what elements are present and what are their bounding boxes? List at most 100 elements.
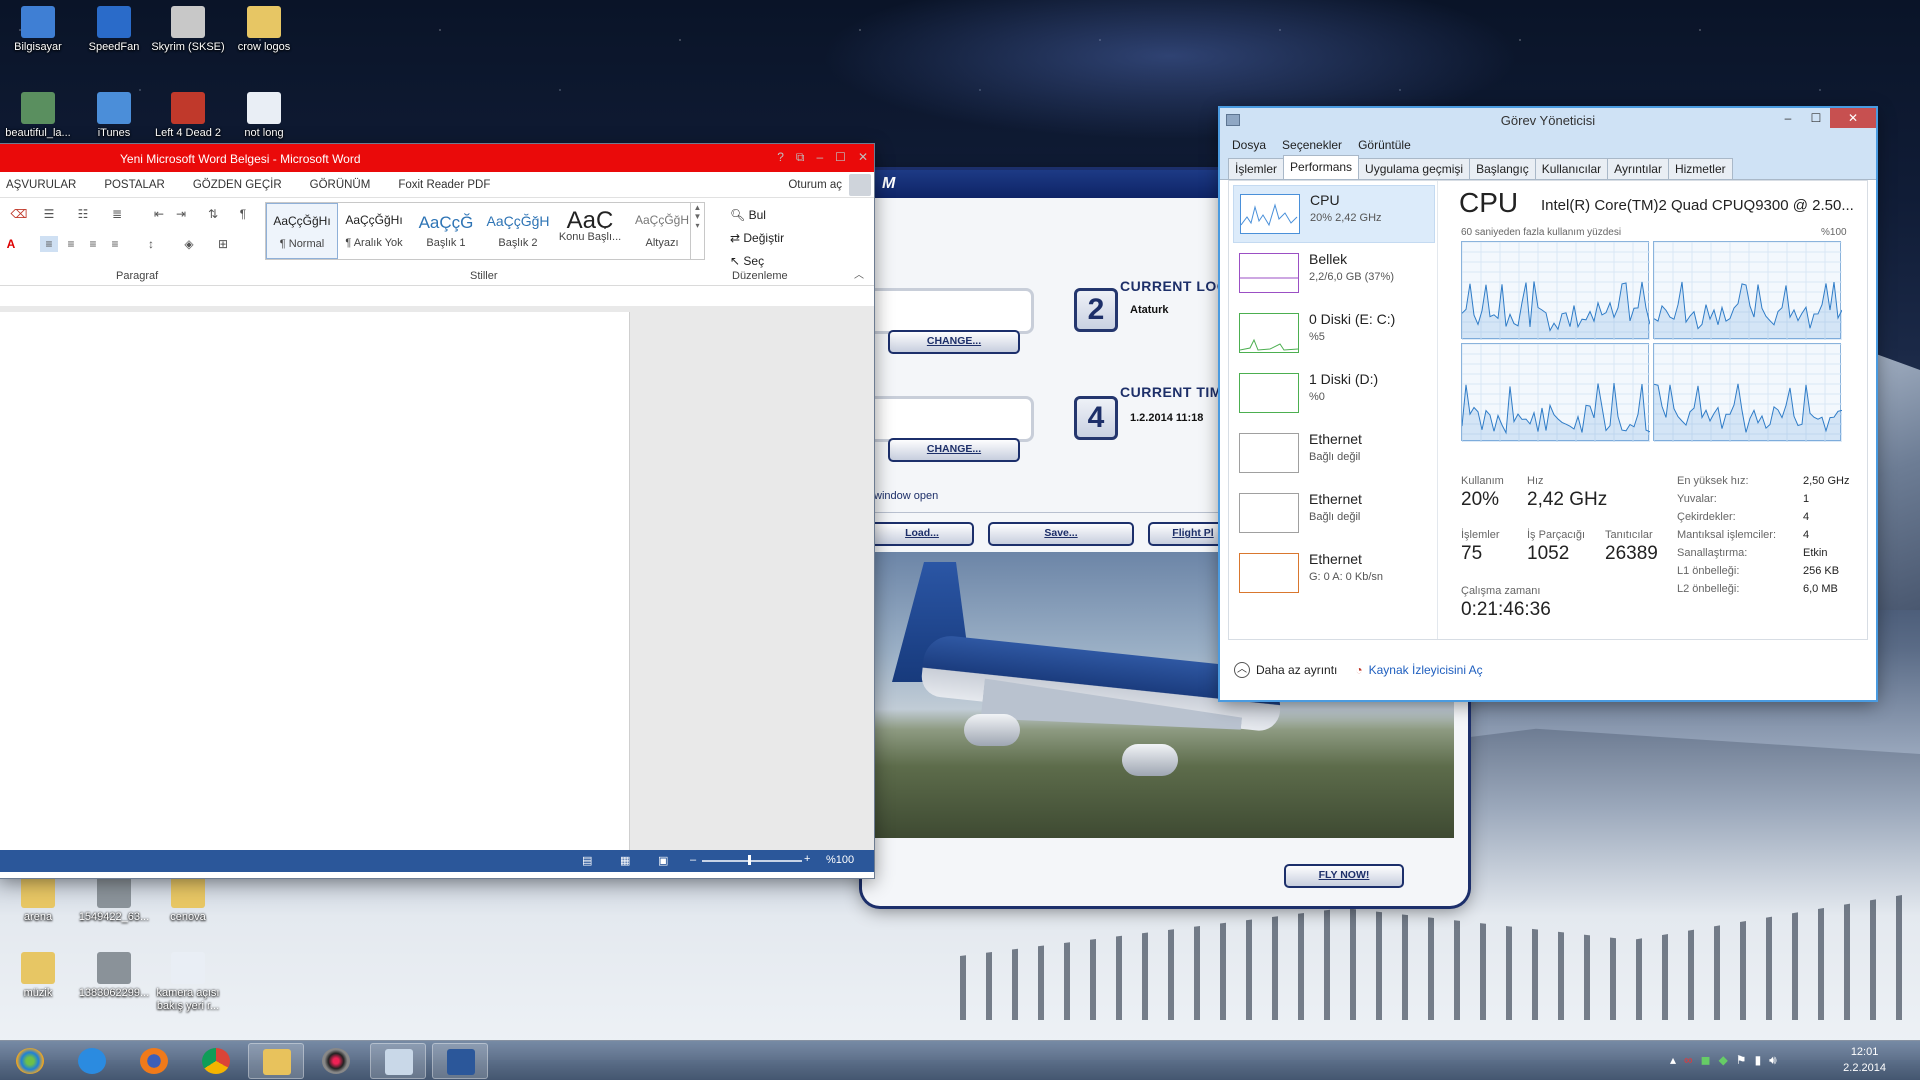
tab-view[interactable]: GÖRÜNÜM: [310, 179, 371, 191]
tab-performance[interactable]: Performans: [1283, 155, 1360, 179]
tab-details[interactable]: Ayrıntılar: [1607, 158, 1669, 179]
style-no-spacing[interactable]: AaÇçĞğHı ¶ Aralık Yok: [338, 203, 410, 259]
tab-mailings[interactable]: POSTALAR: [104, 179, 165, 191]
style-title[interactable]: AaÇ Konu Başlı...: [554, 203, 626, 259]
desktop-icon[interactable]: arena: [0, 876, 76, 924]
tab-services[interactable]: Hizmetler: [1667, 158, 1733, 179]
perf-sidebar-item[interactable]: 1 Diski (D:) %0: [1233, 365, 1435, 423]
taskbar-ie[interactable]: [64, 1043, 120, 1079]
tab-app-history[interactable]: Uygulama geçmişi: [1358, 158, 1471, 179]
zoom-level[interactable]: %100: [826, 854, 854, 866]
taskbar-chrome[interactable]: [188, 1043, 244, 1079]
help-button[interactable]: ?: [777, 150, 784, 165]
save-button[interactable]: Save...: [988, 522, 1134, 546]
perf-sidebar-item[interactable]: Ethernet Bağlı değil: [1233, 425, 1435, 483]
desktop-icon[interactable]: Bilgisayar: [0, 6, 76, 54]
zoom-slider[interactable]: [702, 860, 802, 862]
align-left-icon[interactable]: ≡: [40, 236, 58, 252]
increase-indent-icon[interactable]: ⇥: [172, 206, 190, 222]
justify-icon[interactable]: ≡: [106, 236, 124, 252]
collapse-ribbon-icon[interactable]: ︿: [850, 268, 868, 284]
numbering-icon[interactable]: ☷: [74, 206, 92, 222]
web-layout-icon[interactable]: ▣: [658, 854, 668, 867]
styles-scroll[interactable]: ▲ ▼ ▾: [690, 203, 704, 259]
line-spacing-icon[interactable]: ↕: [142, 236, 160, 252]
font-color-icon[interactable]: A: [2, 236, 20, 252]
desktop-icon[interactable]: not long: [226, 92, 302, 140]
chevron-up-icon[interactable]: ︿: [1234, 662, 1250, 678]
borders-icon[interactable]: ⊞: [214, 236, 232, 252]
tab-users[interactable]: Kullanıcılar: [1534, 158, 1609, 179]
avatar[interactable]: [849, 174, 871, 196]
desktop-icon[interactable]: cenova: [150, 876, 226, 924]
word-titlebar[interactable]: Yeni Microsoft Word Belgesi - Microsoft …: [0, 144, 874, 172]
tray-nvidia-icon[interactable]: ◆: [1719, 1053, 1728, 1068]
tray-infinity-icon[interactable]: ∞: [1684, 1053, 1693, 1068]
style-normal[interactable]: AaÇçĞğHı ¶ Normal: [266, 203, 338, 259]
tab-foxit-pdf[interactable]: Foxit Reader PDF: [398, 179, 490, 191]
clear-format-icon[interactable]: ⌫: [10, 206, 28, 222]
decrease-indent-icon[interactable]: ⇤: [150, 206, 168, 222]
tab-review[interactable]: GÖZDEN GEÇİR: [193, 179, 282, 191]
zoom-in-icon[interactable]: +: [804, 853, 810, 865]
minimize-button[interactable]: –: [1774, 108, 1802, 128]
replace-button[interactable]: ⇄ Değiştir: [730, 227, 784, 250]
align-right-icon[interactable]: ≡: [84, 236, 102, 252]
taskmgr-titlebar[interactable]: Görev Yöneticisi – ☐ ✕: [1220, 108, 1876, 134]
perf-sidebar-item[interactable]: Ethernet G: 0 A: 0 Kb/sn: [1233, 545, 1435, 603]
find-button[interactable]: 🔍︎ Bul: [730, 204, 784, 227]
tab-startup[interactable]: Başlangıç: [1469, 158, 1536, 179]
sign-in-link[interactable]: Oturum aç: [788, 179, 842, 191]
desktop-icon[interactable]: Left 4 Dead 2: [150, 92, 226, 140]
align-center-icon[interactable]: ≡: [62, 236, 80, 252]
print-layout-icon[interactable]: ▦: [620, 854, 630, 867]
minimize-button[interactable]: –: [816, 150, 823, 165]
change-time-button[interactable]: CHANGE...: [888, 438, 1020, 462]
load-button[interactable]: Load...: [870, 522, 974, 546]
taskbar-explorer[interactable]: [248, 1043, 304, 1079]
perf-sidebar-item[interactable]: Ethernet Bağlı değil: [1233, 485, 1435, 543]
resource-monitor-link[interactable]: Kaynak İzleyicisini Aç: [1369, 663, 1483, 677]
tab-references[interactable]: AŞVURULAR: [6, 179, 76, 191]
desktop-icon[interactable]: iTunes: [76, 92, 152, 140]
ribbon-display-button[interactable]: ⧉: [796, 150, 805, 165]
document-page[interactable]: [0, 312, 630, 852]
start-button[interactable]: [2, 1043, 58, 1079]
menu-options[interactable]: Seçenekler: [1282, 138, 1342, 152]
taskbar-media[interactable]: [308, 1043, 364, 1079]
style-heading-2[interactable]: AaÇçĞğH Başlık 2: [482, 203, 554, 259]
read-mode-icon[interactable]: ▤: [582, 854, 592, 867]
tray-network-icon[interactable]: ▮: [1755, 1053, 1762, 1068]
multilevel-list-icon[interactable]: ≣: [108, 206, 126, 222]
perf-sidebar-item[interactable]: 0 Diski (E: C:) %5: [1233, 305, 1435, 363]
fewer-details-link[interactable]: Daha az ayrıntı: [1256, 663, 1337, 677]
tray-chevron-icon[interactable]: ▴: [1670, 1053, 1676, 1068]
desktop-icon[interactable]: Skyrim (SKSE): [150, 6, 226, 54]
bullets-icon[interactable]: ☰: [40, 206, 58, 222]
sort-icon[interactable]: ⇅: [204, 206, 222, 222]
taskbar-clock[interactable]: 12:01 2.2.2014: [1843, 1044, 1886, 1076]
fly-now-button[interactable]: FLY NOW!: [1284, 864, 1404, 888]
menu-file[interactable]: Dosya: [1232, 138, 1266, 152]
taskbar-firefox[interactable]: [126, 1043, 182, 1079]
change-location-button[interactable]: CHANGE...: [888, 330, 1020, 354]
word-window[interactable]: Yeni Microsoft Word Belgesi - Microsoft …: [0, 144, 874, 878]
desktop-icon[interactable]: crow logos: [226, 6, 302, 54]
menu-view[interactable]: Görüntüle: [1358, 138, 1411, 152]
desktop-icon[interactable]: kamera açısı bakış yeri r...: [150, 952, 226, 1013]
taskbar-word[interactable]: [432, 1043, 488, 1079]
desktop-icon[interactable]: 1383062299...: [76, 952, 152, 1000]
tray-volume-icon[interactable]: 🔊︎: [1769, 1053, 1777, 1068]
tray-gpu-icon[interactable]: ◼: [1701, 1053, 1711, 1068]
desktop-icon[interactable]: beautiful_la...: [0, 92, 76, 140]
perf-sidebar-item[interactable]: CPU 20% 2,42 GHz: [1233, 185, 1435, 243]
zoom-slider-thumb[interactable]: [748, 855, 751, 865]
show-marks-icon[interactable]: ¶: [234, 206, 252, 222]
maximize-button[interactable]: ☐: [835, 150, 846, 165]
style-subtitle[interactable]: AaÇçĞğH Altyazı: [626, 203, 698, 259]
style-heading-1[interactable]: AaÇçĞ Başlık 1: [410, 203, 482, 259]
maximize-button[interactable]: ☐: [1802, 108, 1830, 128]
desktop-icon[interactable]: 1549422_63...: [76, 876, 152, 924]
close-button[interactable]: ✕: [858, 150, 868, 165]
desktop-icon[interactable]: SpeedFan: [76, 6, 152, 54]
